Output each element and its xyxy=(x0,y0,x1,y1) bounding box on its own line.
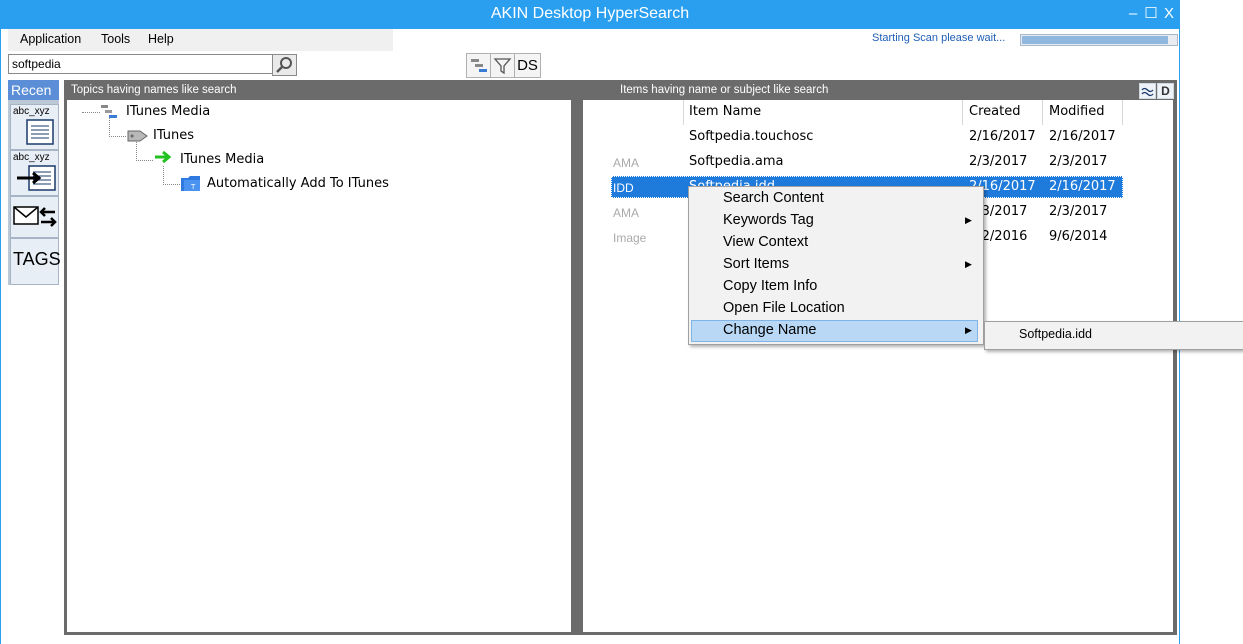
menu-help[interactable]: Help xyxy=(148,32,174,46)
tree-connector xyxy=(136,142,153,161)
menu-item-copy-item-info[interactable]: Copy Item Info xyxy=(723,278,817,294)
ds-label: DS xyxy=(517,57,538,74)
maximize-button[interactable]: ☐ xyxy=(1142,5,1160,23)
scan-status-text: Starting Scan please wait... xyxy=(872,32,1006,44)
recent-header[interactable]: Recen xyxy=(8,80,59,100)
menu-item-search-content[interactable]: Search Content xyxy=(723,190,824,206)
row-type: IDD xyxy=(613,181,634,195)
row-created: 2/16/2017 xyxy=(969,129,1036,144)
row-modified: 2/3/2017 xyxy=(1049,204,1108,219)
recent-tile-3[interactable] xyxy=(10,196,59,238)
submenu-arrow-icon: ▶ xyxy=(965,260,972,270)
menu-item-open-file-location[interactable]: Open File Location xyxy=(723,300,845,316)
search-icon xyxy=(276,57,292,73)
wave-view-button[interactable] xyxy=(1139,83,1156,99)
row-modified: 9/6/2014 xyxy=(1049,229,1108,244)
column-separator xyxy=(1122,100,1123,125)
row-type: Image xyxy=(613,231,647,245)
filter-button[interactable] xyxy=(490,53,515,78)
hierarchy-view-button[interactable] xyxy=(466,53,491,78)
row-type: AMA xyxy=(613,206,640,220)
scan-progress-bar xyxy=(1020,34,1178,46)
row-modified: 2/16/2017 xyxy=(1049,179,1116,194)
menu-item-sort-items[interactable]: Sort Items xyxy=(723,256,789,272)
menu-item-change-name[interactable]: Change Name xyxy=(723,322,817,338)
wave-icon xyxy=(1141,87,1154,97)
menu-item-keywords-tag[interactable]: Keywords Tag xyxy=(723,212,814,228)
tags-label: TAGS xyxy=(13,249,61,269)
menu-tools[interactable]: Tools xyxy=(101,32,130,46)
search-input[interactable] xyxy=(8,54,274,74)
row-type: AMA xyxy=(613,156,640,170)
submenu-arrow-icon: ▶ xyxy=(965,216,972,226)
window-title: AKIN Desktop HyperSearch xyxy=(490,5,690,22)
search-button[interactable] xyxy=(272,54,297,76)
row-item-name[interactable]: Softpedia.ama xyxy=(689,154,783,169)
tree-node[interactable]: ITunes Media xyxy=(126,104,210,119)
window-border-left xyxy=(0,29,1,644)
detail-view-button[interactable]: D xyxy=(1157,83,1174,99)
tree-connector xyxy=(82,104,100,113)
recent-tile-2[interactable]: abc_xyz xyxy=(10,150,59,196)
tree-connector xyxy=(109,118,126,137)
tree-node[interactable]: ITunes Media xyxy=(180,152,264,167)
row-created: 2/3/2017 xyxy=(969,154,1028,169)
tree-node[interactable]: ITunes xyxy=(153,128,194,143)
recent-tile-label: abc_xyz xyxy=(13,152,50,163)
filter-icon xyxy=(493,58,512,75)
menu-application[interactable]: Application xyxy=(20,32,81,46)
mail-exchange-icon xyxy=(13,206,57,227)
document-arrow-icon xyxy=(17,165,56,191)
column-separator xyxy=(962,100,963,125)
document-icon xyxy=(26,119,54,145)
column-header-modified[interactable]: Modified xyxy=(1049,104,1104,119)
row-modified: 2/16/2017 xyxy=(1049,129,1116,144)
column-header-item-name[interactable]: Item Name xyxy=(689,104,761,119)
submenu-arrow-icon: ▶ xyxy=(965,326,972,336)
green-arrow-icon xyxy=(155,150,172,164)
recent-tile-1[interactable]: abc_xyz xyxy=(10,104,59,150)
ds-button[interactable]: DS xyxy=(514,53,541,78)
svg-text:T: T xyxy=(190,183,196,191)
hierarchy-icon xyxy=(471,59,487,72)
submenu-item-filename[interactable]: Softpedia.idd xyxy=(1019,327,1092,341)
topics-header: Topics having names like search xyxy=(71,84,237,96)
tree-connector xyxy=(163,166,180,185)
tree-node[interactable]: Automatically Add To ITunes xyxy=(207,176,389,191)
recent-tile-label: abc_xyz xyxy=(13,106,50,117)
folder-icon: T xyxy=(181,176,200,191)
row-item-name[interactable]: Softpedia.touchosc xyxy=(689,129,813,144)
column-header-created[interactable]: Created xyxy=(969,104,1020,119)
items-header: Items having name or subject like search xyxy=(620,84,829,96)
progress-fill xyxy=(1022,36,1168,44)
row-modified: 2/3/2017 xyxy=(1049,154,1108,169)
minimize-button[interactable]: – xyxy=(1124,5,1142,23)
close-button[interactable]: X xyxy=(1160,5,1178,23)
column-separator xyxy=(1042,100,1043,125)
menu-item-view-context[interactable]: View Context xyxy=(723,234,808,250)
tag-icon xyxy=(127,130,148,142)
recent-tile-tags[interactable]: TAGS xyxy=(10,238,61,285)
column-separator xyxy=(683,100,684,125)
